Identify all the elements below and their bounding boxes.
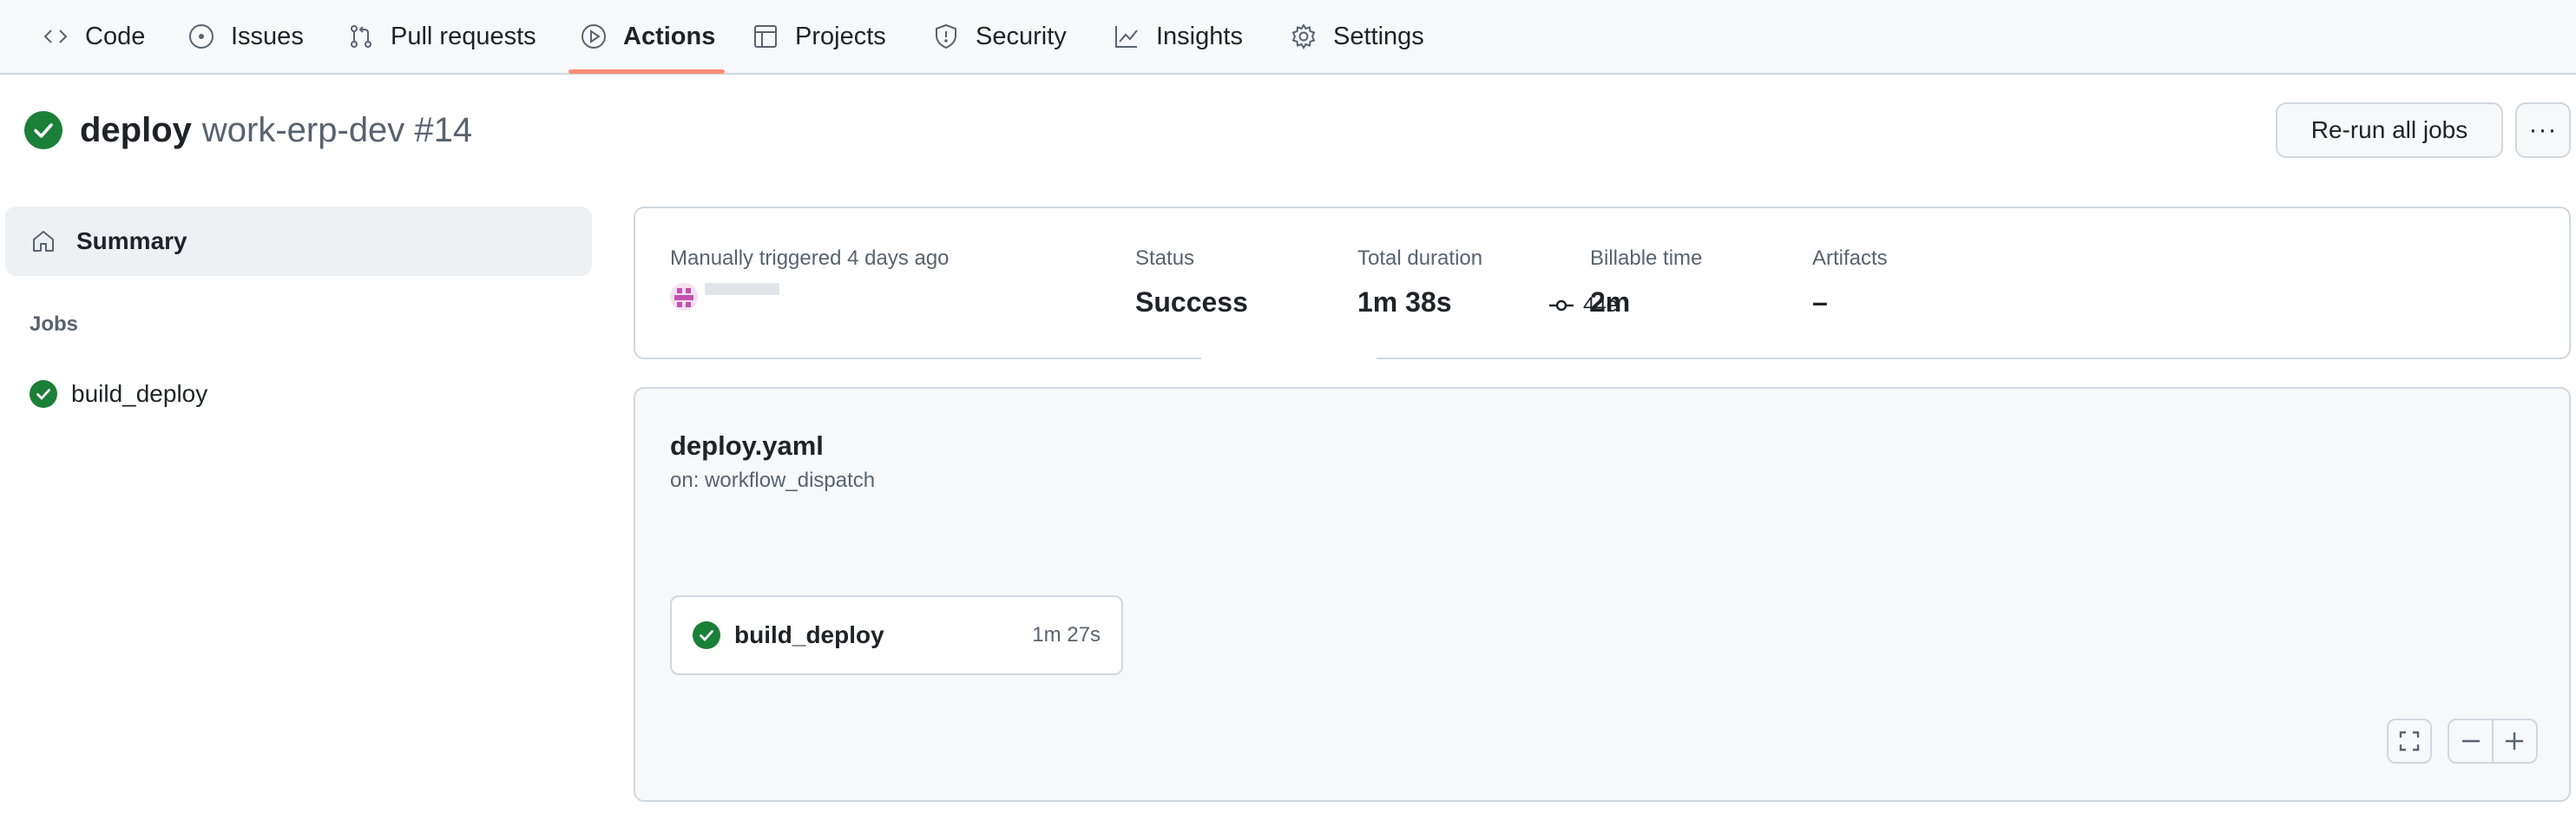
run-name: work-erp-dev #14 [201, 110, 473, 149]
graph-job-build-deploy[interactable]: build_deploy 1m 27s [670, 595, 1123, 675]
sidebar-job-label: build_deploy [71, 380, 208, 407]
run-summary-card: Manually triggered 4 days ago 44e Status… [634, 207, 2571, 359]
tab-security-label: Security [976, 22, 1067, 50]
avatar[interactable] [670, 283, 698, 311]
rerun-all-jobs-button[interactable]: Re-run all jobs [2276, 102, 2503, 158]
total-duration-label: Total duration [1357, 246, 1483, 270]
success-check-icon [24, 111, 62, 149]
workflow-name: deploy [80, 110, 192, 149]
jobs-heading: Jobs [30, 312, 79, 336]
tab-pull-requests[interactable]: Pull requests [347, 0, 536, 73]
tab-security[interactable]: Security [932, 0, 1067, 73]
card-border-gap [1201, 354, 1377, 363]
play-icon [582, 24, 606, 49]
repo-nav: Code Issues Pull requests Actions Projec… [0, 0, 2576, 75]
tab-issues[interactable]: Issues [187, 0, 304, 73]
issue-opened-icon [189, 24, 214, 49]
total-duration-value: 1m 38s [1357, 286, 1452, 318]
fullscreen-button[interactable] [2387, 719, 2432, 764]
tab-code[interactable]: Code [42, 0, 145, 73]
git-commit-icon [1549, 299, 1574, 312]
artifacts-value: – [1812, 286, 1828, 318]
billable-time-value: 2m [1590, 286, 1631, 318]
tab-insights[interactable]: Insights [1113, 0, 1243, 73]
gear-icon [1291, 23, 1316, 49]
tab-projects[interactable]: Projects [752, 0, 886, 73]
workflow-file-name[interactable]: deploy.yaml [670, 430, 824, 462]
tab-settings[interactable]: Settings [1290, 0, 1424, 73]
plus-icon [2505, 732, 2523, 750]
workflow-graph: deploy.yaml on: workflow_dispatch build_… [634, 387, 2571, 802]
billable-time-label: Billable time [1590, 246, 1703, 270]
shield-icon [936, 23, 956, 49]
sidebar-job-build-deploy[interactable]: build_deploy [30, 375, 207, 413]
tab-projects-label: Projects [795, 22, 886, 50]
zoom-out-button[interactable] [2458, 728, 2484, 754]
home-icon [33, 231, 54, 252]
artifacts-label: Artifacts [1812, 246, 1888, 270]
status-value: Success [1135, 286, 1248, 318]
graph-job-name: build_deploy [734, 621, 884, 648]
zoom-controls [2448, 719, 2538, 764]
zoom-in-button[interactable] [2501, 728, 2527, 754]
code-icon [43, 30, 68, 43]
success-check-icon [30, 380, 57, 408]
workflow-trigger: on: workflow_dispatch [670, 469, 876, 492]
tab-code-label: Code [85, 22, 146, 50]
minus-icon [2462, 739, 2481, 743]
tab-actions-label: Actions [623, 22, 716, 50]
tab-insights-label: Insights [1156, 22, 1243, 50]
tab-issues-label: Issues [231, 22, 304, 50]
run-title: deploy work-erp-dev #14 [24, 108, 472, 153]
tab-settings-label: Settings [1333, 22, 1424, 50]
git-pull-request-icon [351, 25, 371, 48]
graph-icon [1115, 26, 1138, 48]
sidebar-item-summary[interactable]: Summary [5, 207, 592, 276]
more-options-button[interactable]: ··· [2515, 102, 2571, 158]
tab-pull-requests-label: Pull requests [391, 22, 536, 50]
sidebar-item-label: Summary [76, 227, 187, 254]
graph-job-duration: 1m 27s [1032, 623, 1101, 647]
zoom-divider [2491, 719, 2494, 763]
status-label: Status [1135, 246, 1195, 270]
tab-actions[interactable]: Actions [580, 0, 715, 73]
table-icon [754, 25, 777, 48]
screen-full-icon [2399, 731, 2420, 752]
active-tab-indicator [568, 69, 725, 74]
success-check-icon [693, 621, 720, 649]
trigger-label: Manually triggered 4 days ago [670, 246, 950, 270]
redacted-username [705, 283, 779, 295]
